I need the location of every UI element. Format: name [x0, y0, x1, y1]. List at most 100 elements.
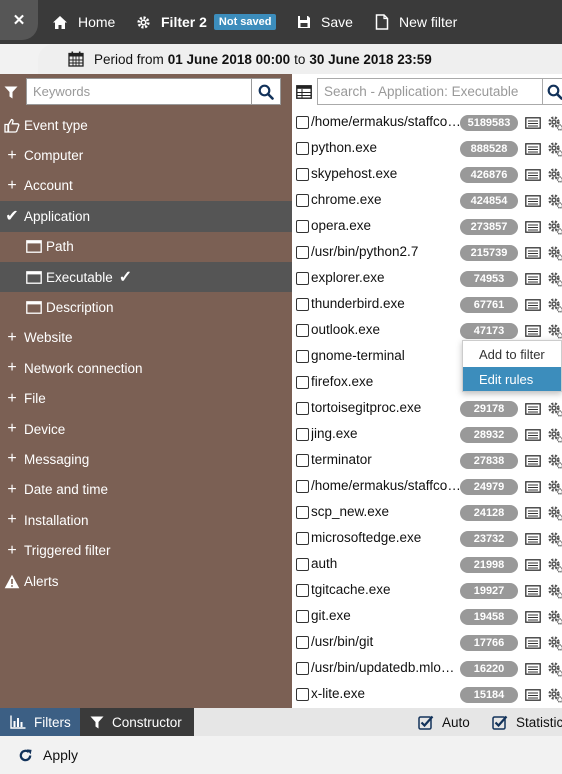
details-list-icon[interactable]: [525, 455, 541, 470]
row-checkbox[interactable]: [296, 194, 309, 207]
settings-gear-icon[interactable]: [547, 401, 562, 420]
details-list-icon[interactable]: [525, 689, 541, 704]
table-row[interactable]: /usr/bin/python2.7 215739: [292, 240, 562, 266]
details-list-icon[interactable]: [525, 507, 541, 522]
tab-constructor[interactable]: Constructor: [80, 708, 194, 736]
row-checkbox[interactable]: [296, 636, 309, 649]
table-row[interactable]: thunderbird.exe 67761: [292, 292, 562, 318]
settings-gear-icon[interactable]: [547, 219, 562, 238]
table-row[interactable]: git.exe 19458: [292, 604, 562, 630]
details-list-icon[interactable]: [525, 273, 541, 288]
home-button[interactable]: Home: [52, 0, 115, 44]
settings-gear-icon[interactable]: [547, 427, 562, 446]
tree-item-path[interactable]: Path: [0, 232, 292, 262]
row-checkbox[interactable]: [296, 506, 309, 519]
table-row[interactable]: /usr/bin/updatedb.mlocate 16220: [292, 656, 562, 682]
settings-gear-icon[interactable]: [547, 167, 562, 186]
settings-gear-icon[interactable]: [547, 297, 562, 316]
tree-item-installation[interactable]: + Installation: [0, 505, 292, 535]
details-list-icon[interactable]: [525, 533, 541, 548]
details-list-icon[interactable]: [525, 585, 541, 600]
table-row[interactable]: tgitcache.exe 19927: [292, 578, 562, 604]
row-checkbox[interactable]: [296, 220, 309, 233]
settings-gear-icon[interactable]: [547, 245, 562, 264]
details-list-icon[interactable]: [525, 611, 541, 626]
row-checkbox[interactable]: [296, 246, 309, 259]
details-list-icon[interactable]: [525, 117, 541, 132]
row-checkbox[interactable]: [296, 688, 309, 701]
settings-gear-icon[interactable]: [547, 479, 562, 498]
new-filter-button[interactable]: New filter: [375, 0, 457, 44]
settings-gear-icon[interactable]: [547, 609, 562, 628]
tree-item-account[interactable]: + Account: [0, 171, 292, 201]
row-checkbox[interactable]: [296, 142, 309, 155]
keywords-search-button[interactable]: [251, 78, 281, 105]
row-checkbox[interactable]: [296, 324, 309, 337]
table-row[interactable]: scp_new.exe 24128: [292, 500, 562, 526]
table-row[interactable]: tortoisegitproc.exe 29178: [292, 396, 562, 422]
table-row[interactable]: x-lite.exe 15184: [292, 682, 562, 708]
table-row[interactable]: skypehost.exe 426876: [292, 162, 562, 188]
details-list-icon[interactable]: [525, 559, 541, 574]
tree-item-messaging[interactable]: + Messaging: [0, 444, 292, 474]
save-button[interactable]: Save: [297, 0, 353, 44]
tree-item-triggered-filter[interactable]: + Triggered filter: [0, 535, 292, 565]
row-checkbox[interactable]: [296, 272, 309, 285]
row-checkbox[interactable]: [296, 532, 309, 545]
details-list-icon[interactable]: [525, 195, 541, 210]
details-list-icon[interactable]: [525, 169, 541, 184]
tree-item-website[interactable]: + Website: [0, 323, 292, 353]
details-list-icon[interactable]: [525, 325, 541, 340]
row-checkbox[interactable]: [296, 558, 309, 571]
details-list-icon[interactable]: [525, 247, 541, 262]
table-row[interactable]: explorer.exe 74953: [292, 266, 562, 292]
tree-item-executable[interactable]: Executable ✓: [0, 261, 292, 293]
details-list-icon[interactable]: [525, 143, 541, 158]
settings-gear-icon[interactable]: [547, 453, 562, 472]
table-row[interactable]: /usr/bin/git 17766: [292, 630, 562, 656]
table-row[interactable]: chrome.exe 424854: [292, 188, 562, 214]
settings-gear-icon[interactable]: [547, 115, 562, 134]
add-to-filter-menu-item[interactable]: Add to filter: [463, 342, 561, 366]
details-list-icon[interactable]: [525, 299, 541, 314]
auto-checkbox[interactable]: Auto: [408, 708, 470, 736]
tree-item-date-and-time[interactable]: + Date and time: [0, 475, 292, 505]
tree-item-description[interactable]: Description: [0, 292, 292, 322]
tree-item-alerts[interactable]: Alerts: [0, 566, 292, 596]
row-checkbox[interactable]: [296, 584, 309, 597]
table-row[interactable]: microsoftedge.exe 23732: [292, 526, 562, 552]
edit-rules-menu-item[interactable]: Edit rules: [463, 367, 561, 391]
close-button[interactable]: ✕: [0, 0, 38, 40]
table-row[interactable]: terminator 27838: [292, 448, 562, 474]
settings-gear-icon[interactable]: [547, 141, 562, 160]
details-list-icon[interactable]: [525, 637, 541, 652]
period-bar[interactable]: Period from 01 June 2018 00:00 to 30 Jun…: [38, 44, 562, 74]
row-checkbox[interactable]: [296, 116, 309, 129]
values-search-button[interactable]: [542, 78, 562, 105]
settings-gear-icon[interactable]: [547, 661, 562, 680]
table-row[interactable]: python.exe 888528: [292, 136, 562, 162]
row-checkbox[interactable]: [296, 428, 309, 441]
details-list-icon[interactable]: [525, 663, 541, 678]
tree-item-device[interactable]: + Device: [0, 414, 292, 444]
settings-gear-icon[interactable]: [547, 557, 562, 576]
settings-gear-icon[interactable]: [547, 635, 562, 654]
keywords-input[interactable]: [26, 78, 252, 105]
table-row[interactable]: /home/ermakus/staffcop/... 5189583: [292, 110, 562, 136]
tree-item-event-type[interactable]: Event type: [0, 110, 292, 140]
table-row[interactable]: opera.exe 273857: [292, 214, 562, 240]
row-checkbox[interactable]: [296, 350, 309, 363]
details-list-icon[interactable]: [525, 221, 541, 236]
details-list-icon[interactable]: [525, 429, 541, 444]
table-row[interactable]: /home/ermakus/staffcop/... 24979: [292, 474, 562, 500]
apply-button[interactable]: Apply: [0, 736, 562, 774]
row-checkbox[interactable]: [296, 454, 309, 467]
settings-gear-icon[interactable]: [547, 583, 562, 602]
statistics-checkbox[interactable]: Statistics: [482, 708, 562, 736]
tree-item-network-connection[interactable]: + Network connection: [0, 353, 292, 383]
tree-item-computer[interactable]: + Computer: [0, 140, 292, 170]
row-checkbox[interactable]: [296, 480, 309, 493]
row-checkbox[interactable]: [296, 168, 309, 181]
settings-gear-icon[interactable]: [547, 505, 562, 524]
settings-gear-icon[interactable]: [547, 687, 562, 706]
